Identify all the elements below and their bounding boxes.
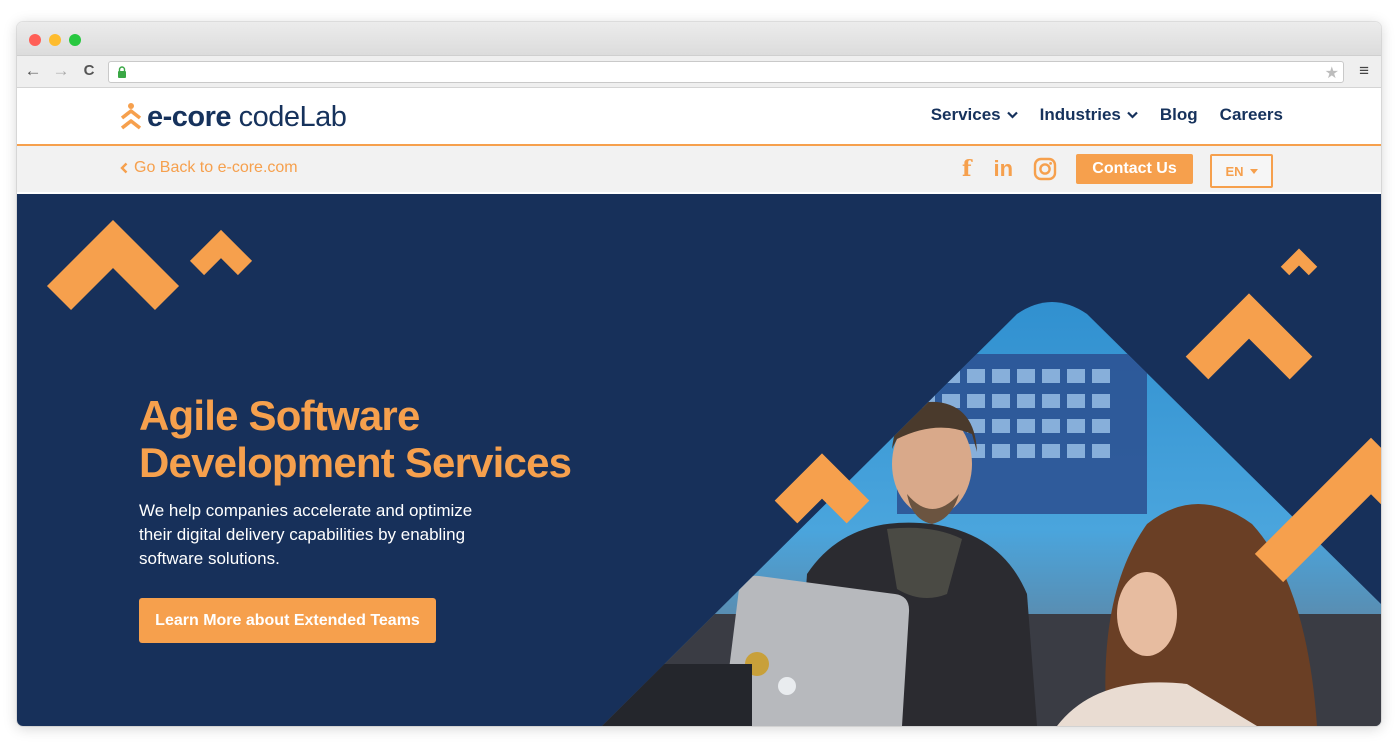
hero-section: Agile Software Development Services We h…: [17, 194, 1381, 726]
ecore-person-icon: [120, 103, 142, 130]
chevron-down-icon: [1006, 111, 1018, 119]
back-arrow-icon[interactable]: ←: [23, 60, 43, 82]
browser-menu-icon[interactable]: ≡: [1359, 60, 1369, 82]
browser-window: ← → C ★ ≡ e-core codeLab Services Indust…: [17, 22, 1381, 726]
ecore-codelab-logo[interactable]: e-core codeLab: [119, 100, 347, 134]
nav-careers[interactable]: Careers: [1220, 105, 1283, 125]
chevron-left-icon: [120, 162, 128, 174]
chevron-down-icon: [1127, 111, 1138, 119]
hero-title: Agile Software Development Services: [139, 392, 572, 486]
browser-titlebar: [17, 22, 1381, 56]
facebook-icon[interactable]: f: [962, 156, 971, 182]
language-select[interactable]: EN: [1210, 154, 1273, 188]
bookmark-star-icon[interactable]: ★: [1325, 63, 1339, 83]
lock-icon: [118, 66, 126, 78]
main-nav: Services Industries Blog Careers: [931, 105, 1283, 125]
close-window-icon[interactable]: [29, 34, 41, 46]
caret-down-icon: [1249, 168, 1258, 174]
utility-bar: Go Back to e-core.com f in Contact Us EN: [17, 146, 1381, 192]
site-header: e-core codeLab Services Industries Blog …: [17, 88, 1381, 146]
minimize-window-icon[interactable]: [49, 34, 61, 46]
forward-arrow-icon[interactable]: →: [51, 60, 71, 82]
instagram-icon[interactable]: [1033, 157, 1057, 181]
browser-toolbar: ← → C ★ ≡: [17, 56, 1381, 88]
reload-icon[interactable]: C: [79, 60, 99, 82]
social-links: f in: [962, 156, 1057, 182]
nav-services[interactable]: Services: [931, 105, 1018, 125]
contact-us-button[interactable]: Contact Us: [1076, 154, 1193, 184]
nav-blog[interactable]: Blog: [1160, 105, 1198, 125]
maximize-window-icon[interactable]: [69, 34, 81, 46]
hero-subtitle: We help companies accelerate and optimiz…: [139, 501, 473, 568]
logo-text: e-core codeLab: [147, 100, 347, 133]
team-photo: [602, 302, 1381, 726]
linkedin-icon[interactable]: in: [993, 156, 1013, 182]
nav-industries[interactable]: Industries: [1040, 105, 1138, 125]
learn-more-button[interactable]: Learn More about Extended Teams: [139, 598, 436, 643]
address-bar[interactable]: ★: [108, 61, 1344, 83]
go-back-link[interactable]: Go Back to e-core.com: [120, 159, 298, 177]
